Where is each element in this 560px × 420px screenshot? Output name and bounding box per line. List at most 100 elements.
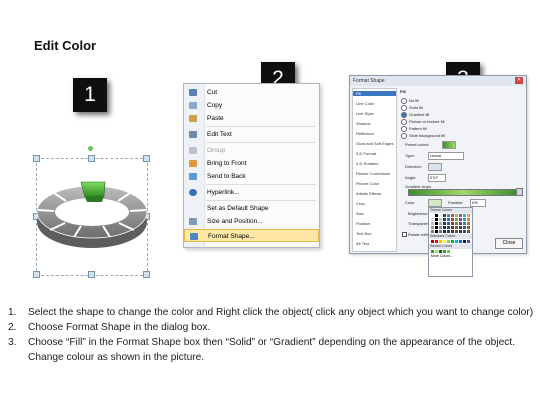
- color-swatch[interactable]: [451, 226, 454, 229]
- color-swatch[interactable]: [447, 222, 450, 225]
- color-swatch[interactable]: [443, 222, 446, 225]
- color-swatch[interactable]: [467, 226, 470, 229]
- radio-solid-fill[interactable]: Solid fill: [401, 105, 423, 111]
- menu-item-send-to-back[interactable]: Send to Back: [184, 170, 319, 183]
- color-swatch[interactable]: [439, 240, 442, 243]
- color-swatch[interactable]: [439, 226, 442, 229]
- color-swatch[interactable]: [443, 240, 446, 243]
- color-swatch[interactable]: [455, 214, 458, 217]
- color-swatch[interactable]: [435, 222, 438, 225]
- menu-item-format-shape[interactable]: Format Shape...: [184, 229, 319, 242]
- color-swatch[interactable]: [455, 218, 458, 221]
- position-input[interactable]: 0%: [470, 199, 486, 207]
- menu-item-copy[interactable]: Copy: [184, 99, 319, 112]
- color-swatch[interactable]: [439, 230, 442, 233]
- color-swatch[interactable]: [463, 214, 466, 217]
- resize-handle[interactable]: [33, 155, 40, 162]
- color-swatch[interactable]: [435, 226, 438, 229]
- category-text-box[interactable]: Text Box: [356, 231, 371, 236]
- resize-handle[interactable]: [88, 271, 95, 278]
- color-swatch[interactable]: [447, 240, 450, 243]
- preset-colors-dropdown[interactable]: [442, 141, 456, 149]
- color-swatch[interactable]: [451, 218, 454, 221]
- color-swatch[interactable]: [439, 222, 442, 225]
- color-swatch[interactable]: [451, 240, 454, 243]
- menu-item-cut[interactable]: Cut: [184, 86, 319, 99]
- radio-pattern-fill[interactable]: Pattern fill: [401, 126, 427, 132]
- color-swatch[interactable]: [459, 230, 462, 233]
- color-swatch[interactable]: [443, 218, 446, 221]
- color-swatch[interactable]: [447, 214, 450, 217]
- color-swatch[interactable]: [447, 250, 450, 253]
- color-swatch[interactable]: [447, 230, 450, 233]
- color-swatch[interactable]: [463, 222, 466, 225]
- theme-color-grid[interactable]: [429, 213, 472, 234]
- color-swatch[interactable]: [459, 240, 462, 243]
- category-crop[interactable]: Crop: [356, 201, 365, 206]
- color-swatch[interactable]: [431, 230, 434, 233]
- direction-dropdown[interactable]: [428, 163, 442, 171]
- color-swatch[interactable]: [467, 222, 470, 225]
- resize-handle[interactable]: [143, 271, 150, 278]
- color-swatch[interactable]: [459, 214, 462, 217]
- category-artistic-effects[interactable]: Artistic Effects: [356, 191, 381, 196]
- color-swatch[interactable]: [447, 218, 450, 221]
- color-swatch[interactable]: [439, 218, 442, 221]
- color-swatch[interactable]: [431, 240, 434, 243]
- color-swatch[interactable]: [463, 240, 466, 243]
- color-swatch[interactable]: [451, 222, 454, 225]
- resize-handle[interactable]: [143, 155, 150, 162]
- category-line-color[interactable]: Line Color: [356, 101, 374, 106]
- color-swatch[interactable]: [463, 230, 466, 233]
- angle-input[interactable]: 270°: [428, 174, 446, 182]
- color-swatch[interactable]: [431, 226, 434, 229]
- color-swatch[interactable]: [439, 250, 442, 253]
- type-dropdown[interactable]: Linear: [428, 152, 464, 160]
- color-swatch[interactable]: [455, 226, 458, 229]
- radio-gradient-fill[interactable]: Gradient fill: [401, 112, 429, 118]
- ring-diagram[interactable]: [30, 170, 155, 260]
- color-swatch[interactable]: [431, 218, 434, 221]
- color-swatch[interactable]: [431, 222, 434, 225]
- color-swatch[interactable]: [467, 230, 470, 233]
- radio-picture-fill[interactable]: Picture or texture fill: [401, 119, 444, 125]
- category-reflection[interactable]: Reflection: [356, 131, 374, 136]
- more-colors-link[interactable]: More Colors...: [429, 254, 472, 258]
- color-swatch[interactable]: [435, 240, 438, 243]
- color-swatch[interactable]: [447, 226, 450, 229]
- category-size[interactable]: Size: [356, 211, 364, 216]
- menu-item-hyperlink[interactable]: Hyperlink...: [184, 186, 319, 199]
- color-swatch[interactable]: [451, 214, 454, 217]
- category-position[interactable]: Position: [356, 221, 370, 226]
- category-picture-color[interactable]: Picture Color: [356, 181, 379, 186]
- category-shadow[interactable]: Shadow: [356, 121, 370, 126]
- category-glow[interactable]: Glow and Soft Edges: [356, 141, 394, 146]
- color-swatch[interactable]: [467, 214, 470, 217]
- menu-item-set-default-shape[interactable]: Set as Default Shape: [184, 202, 319, 215]
- add-stop-icon[interactable]: [516, 188, 523, 196]
- color-swatch[interactable]: [443, 226, 446, 229]
- color-swatch[interactable]: [431, 250, 434, 253]
- menu-item-size-position[interactable]: Size and Position...: [184, 215, 319, 228]
- category-fill[interactable]: Fill: [353, 91, 396, 96]
- gradient-stops-bar[interactable]: [408, 189, 518, 196]
- color-swatch[interactable]: [463, 218, 466, 221]
- color-swatch[interactable]: [455, 230, 458, 233]
- color-swatch[interactable]: [435, 230, 438, 233]
- close-button[interactable]: Close: [495, 238, 523, 249]
- category-alt-text[interactable]: Alt Text: [356, 241, 369, 246]
- resize-handle[interactable]: [33, 271, 40, 278]
- color-swatch[interactable]: [443, 230, 446, 233]
- color-swatch[interactable]: [459, 218, 462, 221]
- color-swatch[interactable]: [467, 218, 470, 221]
- menu-item-paste[interactable]: Paste: [184, 112, 319, 125]
- color-swatch[interactable]: [459, 222, 462, 225]
- color-swatch[interactable]: [455, 222, 458, 225]
- color-swatch[interactable]: [435, 214, 438, 217]
- color-swatch[interactable]: [435, 218, 438, 221]
- category-line-style[interactable]: Line Style: [356, 111, 374, 116]
- color-swatch[interactable]: [451, 230, 454, 233]
- category-3d-rotation[interactable]: 3-D Rotation: [356, 161, 378, 166]
- menu-item-edit-text[interactable]: Edit Text: [184, 128, 319, 141]
- color-dropdown[interactable]: [428, 199, 442, 207]
